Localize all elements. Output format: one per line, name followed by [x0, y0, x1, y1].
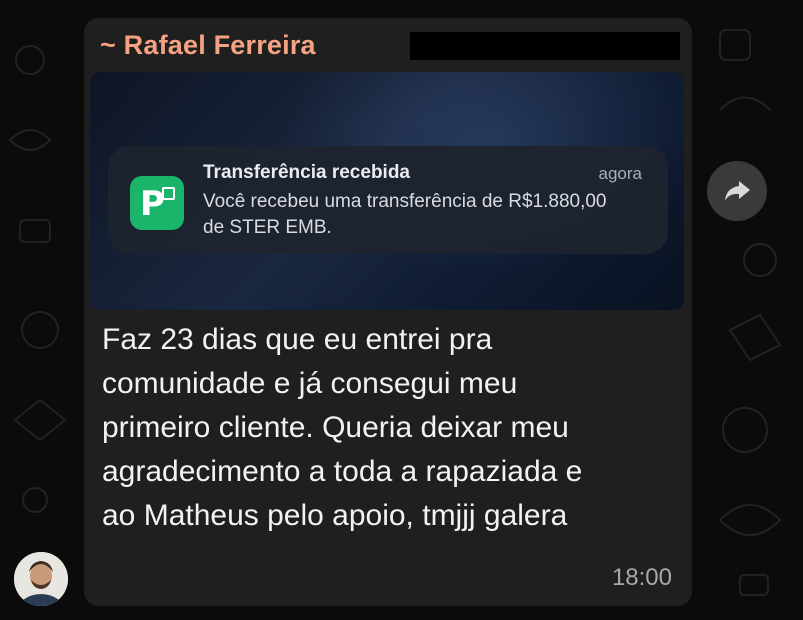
bank-notification-card: P Transferência recebida agora Você rece…	[108, 146, 668, 254]
image-attachment[interactable]: P Transferência recebida agora Você rece…	[90, 72, 684, 310]
app-icon-square	[162, 187, 175, 200]
forward-arrow-icon	[725, 181, 750, 201]
notification-title: Transferência recebida	[203, 162, 410, 183]
user-avatar	[14, 552, 68, 606]
notification-time: agora	[598, 164, 642, 183]
message-text: Faz 23 dias que eu entrei pra comunidade…	[102, 323, 583, 532]
forward-button[interactable]	[707, 161, 767, 221]
notification-body: Você recebeu uma transferência de R$1.88…	[203, 191, 607, 238]
message-timestamp: 18:00	[611, 564, 672, 591]
avatar[interactable]	[14, 552, 68, 606]
picpay-icon: P	[130, 176, 184, 230]
sender-name[interactable]: ~ Rafael Ferreira	[100, 30, 316, 61]
message-bubble[interactable]: ~ Rafael Ferreira P Transferência recebi…	[84, 18, 692, 606]
redacted-phone-number	[410, 32, 680, 60]
